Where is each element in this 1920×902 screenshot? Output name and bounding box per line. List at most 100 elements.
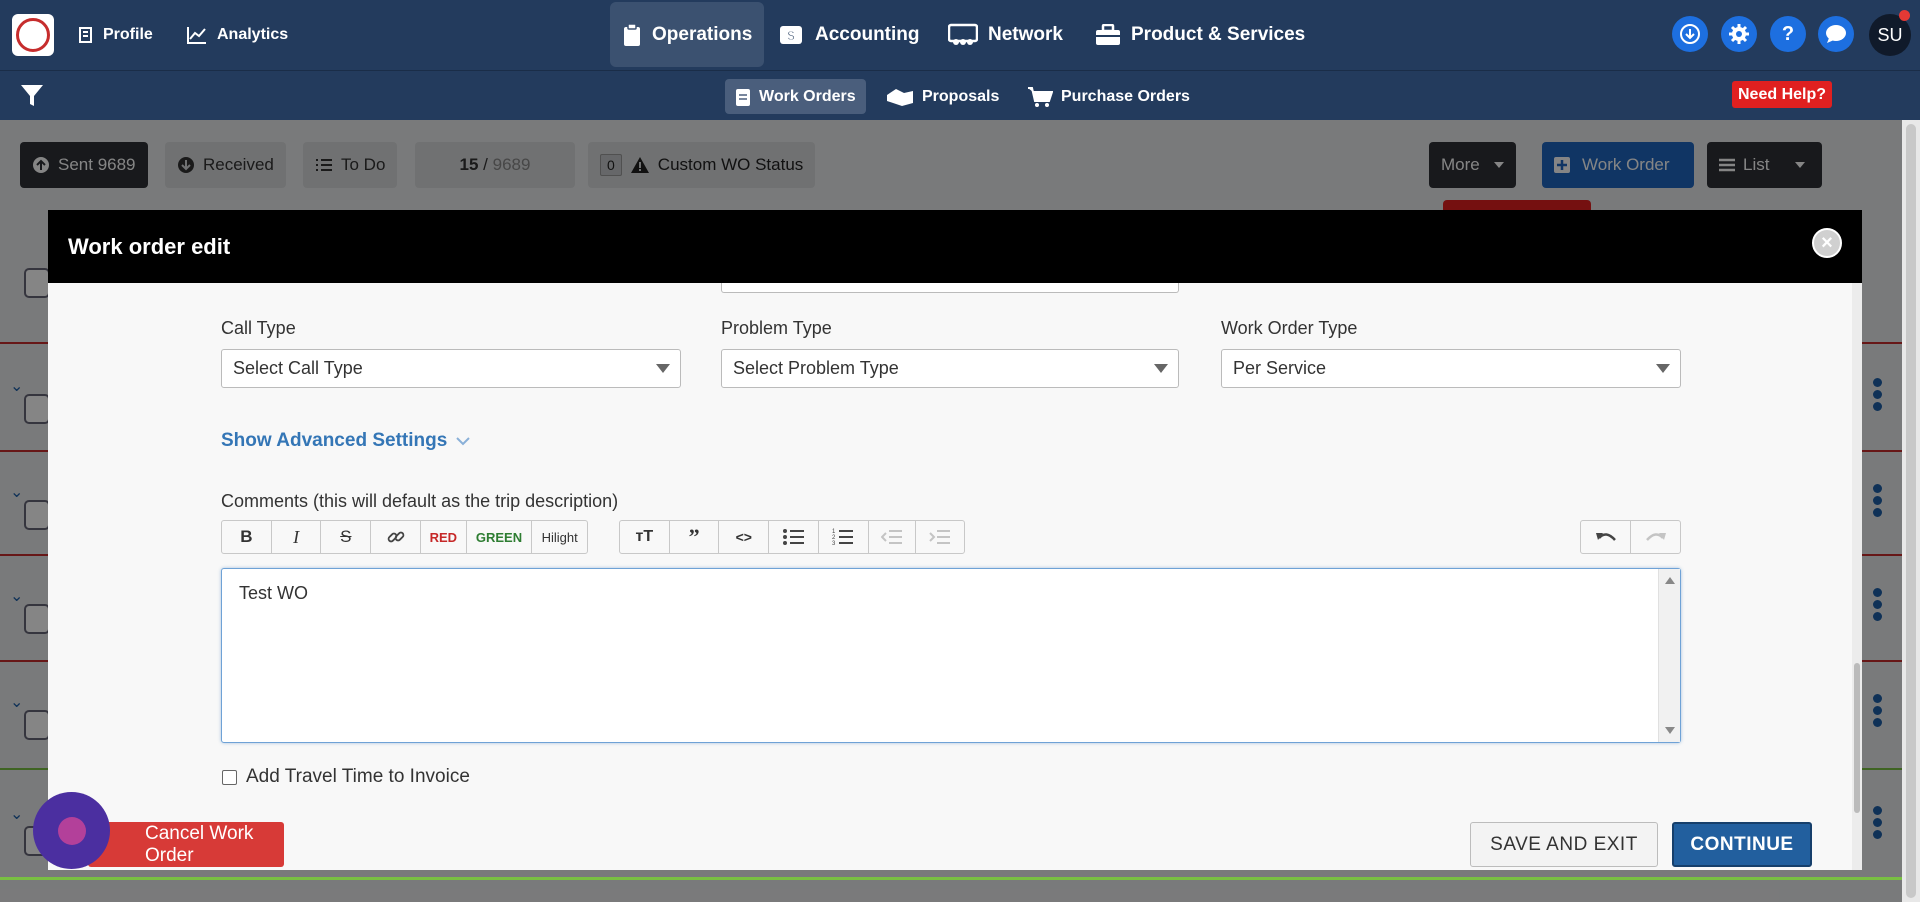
nav-network[interactable]: Network: [948, 0, 1063, 70]
logo-emblem: [16, 18, 50, 52]
advanced-settings-label: Show Advanced Settings: [221, 430, 448, 451]
modal-scrollbar-thumb[interactable]: [1854, 663, 1860, 813]
page-scrollbar[interactable]: [1902, 120, 1920, 902]
svg-text:3: 3: [832, 541, 836, 546]
undo-button[interactable]: [1581, 521, 1631, 553]
redo-icon: [1645, 533, 1666, 541]
nav-operations[interactable]: Operations: [610, 2, 765, 67]
green-text-button[interactable]: GREEN: [467, 521, 533, 553]
quote-button[interactable]: ”: [670, 521, 720, 553]
subnav-purchase-orders-label: Purchase Orders: [1061, 87, 1190, 105]
redo-button[interactable]: [1631, 521, 1680, 553]
bold-icon: B: [240, 527, 253, 546]
need-help-button[interactable]: Need Help?: [1732, 81, 1833, 108]
save-and-exit-label: SAVE AND EXIT: [1490, 833, 1638, 855]
continue-label: CONTINUE: [1690, 833, 1794, 855]
nav-profile-label: Profile: [103, 26, 153, 43]
outdent-icon: [880, 530, 902, 544]
svg-text:$: $: [787, 28, 795, 43]
chat-launcher-icon: [57, 816, 86, 845]
comments-editor[interactable]: Test WO: [221, 568, 1681, 743]
nav-accounting[interactable]: $ Accounting: [779, 0, 920, 70]
company-logo[interactable]: [12, 14, 54, 56]
sub-navbar: Work Orders Proposals Purchase Orders: [0, 70, 1920, 120]
nav-analytics[interactable]: Analytics: [187, 0, 288, 70]
partially-hidden-field[interactable]: [721, 283, 1179, 293]
subnav-work-orders-label: Work Orders: [759, 87, 856, 105]
modal-scrollbar[interactable]: [1852, 283, 1862, 870]
indent-button[interactable]: [916, 521, 964, 553]
italic-icon: I: [293, 526, 300, 547]
help-button[interactable]: ?: [1770, 16, 1806, 52]
row-status-line: [0, 877, 1905, 880]
add-travel-time-checkbox[interactable]: [222, 769, 237, 785]
support-chat-launcher[interactable]: [33, 792, 110, 869]
show-advanced-settings-link[interactable]: Show Advanced Settings: [221, 430, 471, 452]
call-type-select[interactable]: Select Call Type: [221, 349, 681, 388]
nav-analytics-label: Analytics: [217, 26, 289, 43]
handshake-icon: [887, 88, 913, 106]
nav-products-label: Product & Services: [1131, 24, 1306, 45]
chat-button[interactable]: [1818, 16, 1854, 52]
scroll-up-icon[interactable]: [1665, 577, 1675, 584]
bold-button[interactable]: B: [222, 521, 272, 553]
heading-button[interactable]: ᴛT: [620, 521, 670, 553]
top-navbar: Profile Analytics Operations $ Accountin…: [0, 0, 1920, 70]
bullet-list-button[interactable]: [769, 521, 819, 553]
indent-icon: [929, 530, 951, 544]
nav-products[interactable]: Product & Services: [1095, 0, 1305, 70]
add-travel-time-option[interactable]: Add Travel Time to Invoice: [222, 766, 470, 788]
highlight-button[interactable]: Hilight: [532, 521, 587, 553]
italic-button[interactable]: I: [272, 521, 322, 553]
cancel-work-order-button[interactable]: Cancel Work Order: [88, 822, 284, 867]
code-button[interactable]: <>: [719, 521, 770, 553]
strikethrough-button[interactable]: S: [321, 521, 372, 553]
red-text-label: RED: [429, 529, 458, 545]
call-type-label: Call Type: [221, 318, 296, 338]
link-button[interactable]: [371, 521, 421, 553]
save-and-exit-button[interactable]: SAVE AND EXIT: [1470, 822, 1658, 867]
problem-type-label: Problem Type: [721, 318, 832, 338]
money-icon: $: [780, 26, 802, 44]
strikethrough-icon: S: [340, 527, 352, 546]
editor-history-toolbar: [1580, 520, 1681, 554]
chevron-down-icon: [656, 364, 670, 373]
gear-icon: [1729, 24, 1749, 44]
download-circle-icon: [1680, 24, 1700, 44]
avatar-initials: SU: [1877, 24, 1903, 45]
continue-button[interactable]: CONTINUE: [1672, 822, 1812, 867]
chevron-down-icon: [1154, 364, 1168, 373]
text-size-icon: ᴛT: [635, 528, 654, 545]
modal-header: Work order edit ×: [48, 210, 1862, 283]
outdent-button[interactable]: [869, 521, 917, 553]
download-button[interactable]: [1672, 16, 1708, 52]
cart-icon: [1028, 86, 1053, 107]
chevron-down-icon: [1656, 364, 1670, 373]
subnav-proposals-label: Proposals: [922, 87, 1000, 105]
work-order-edit-modal: Work order edit × Call Type Select Call …: [48, 210, 1862, 870]
cancel-work-order-label: Cancel Work Order: [145, 822, 254, 866]
work-order-type-select[interactable]: Per Service: [1221, 349, 1681, 388]
editor-block-toolbar: ᴛT ” <> 123: [619, 520, 965, 554]
undo-icon: [1595, 533, 1616, 541]
numbered-list-button[interactable]: 123: [819, 521, 869, 553]
red-text-button[interactable]: RED: [421, 521, 467, 553]
modal-close-button[interactable]: ×: [1812, 228, 1842, 258]
notification-dot: [1899, 10, 1910, 21]
editor-scrollbar[interactable]: [1658, 569, 1680, 742]
briefcase-icon: [1096, 24, 1120, 45]
subnav-work-orders[interactable]: Work Orders: [725, 79, 866, 114]
highlight-label: Hilight: [541, 529, 578, 545]
nav-profile[interactable]: Profile: [78, 0, 153, 70]
code-icon: <>: [735, 529, 752, 545]
clipboard-icon: [624, 22, 640, 46]
problem-type-select[interactable]: Select Problem Type: [721, 349, 1179, 388]
filter-icon[interactable]: [20, 84, 44, 108]
settings-button[interactable]: [1721, 16, 1757, 52]
page-scrollbar-thumb[interactable]: [1906, 124, 1916, 898]
subnav-proposals[interactable]: Proposals: [876, 79, 1009, 114]
modal-title: Work order edit: [68, 234, 231, 259]
scroll-down-icon[interactable]: [1665, 727, 1675, 734]
subnav-purchase-orders[interactable]: Purchase Orders: [1017, 79, 1200, 114]
green-text-label: GREEN: [475, 529, 523, 545]
